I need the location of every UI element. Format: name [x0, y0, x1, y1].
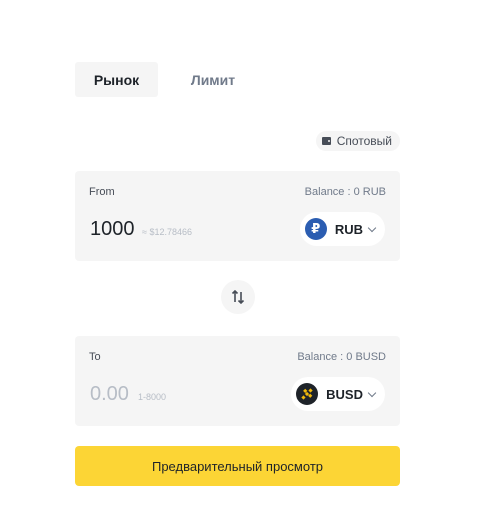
from-amount-input[interactable]: 1000: [90, 218, 135, 241]
tab-limit[interactable]: Лимит: [158, 62, 268, 97]
preview-button[interactable]: Предварительный просмотр: [75, 446, 400, 486]
to-amount-input[interactable]: 0.00: [90, 383, 129, 406]
tab-market[interactable]: Рынок: [75, 62, 158, 97]
from-coin-name: RUB: [334, 221, 363, 237]
from-label: From: [89, 186, 115, 198]
to-coin-select[interactable]: BUSD: [291, 377, 385, 411]
from-coin-select[interactable]: ₽ RUB: [299, 212, 385, 246]
spot-wallet-badge[interactable]: Спотовый: [315, 131, 400, 151]
to-coin-name: BUSD: [326, 386, 363, 402]
chevron-down-icon: [367, 388, 377, 397]
to-amount-range: 1-8000: [138, 392, 167, 402]
spot-wallet-label: Спотовый: [336, 134, 392, 148]
from-balance: Balance : 0 RUB: [304, 186, 386, 198]
busd-coin-icon: [296, 383, 319, 405]
wallet-icon: [321, 137, 331, 145]
to-label: To: [89, 351, 101, 363]
rub-coin-icon: ₽: [304, 218, 327, 240]
order-type-tabs: Рынок Лимит: [75, 62, 268, 97]
chevron-down-icon: [367, 223, 377, 232]
from-panel: From Balance : 0 RUB 1000 ≈ $12.78466 ₽ …: [75, 171, 400, 261]
from-usd-estimate: ≈ $12.78466: [142, 227, 192, 237]
to-balance: Balance : 0 BUSD: [297, 351, 386, 363]
swap-button[interactable]: [221, 280, 255, 314]
swap-arrows-icon: [231, 290, 245, 304]
to-panel: To Balance : 0 BUSD 0.00 1-8000 BUSD: [75, 336, 400, 426]
